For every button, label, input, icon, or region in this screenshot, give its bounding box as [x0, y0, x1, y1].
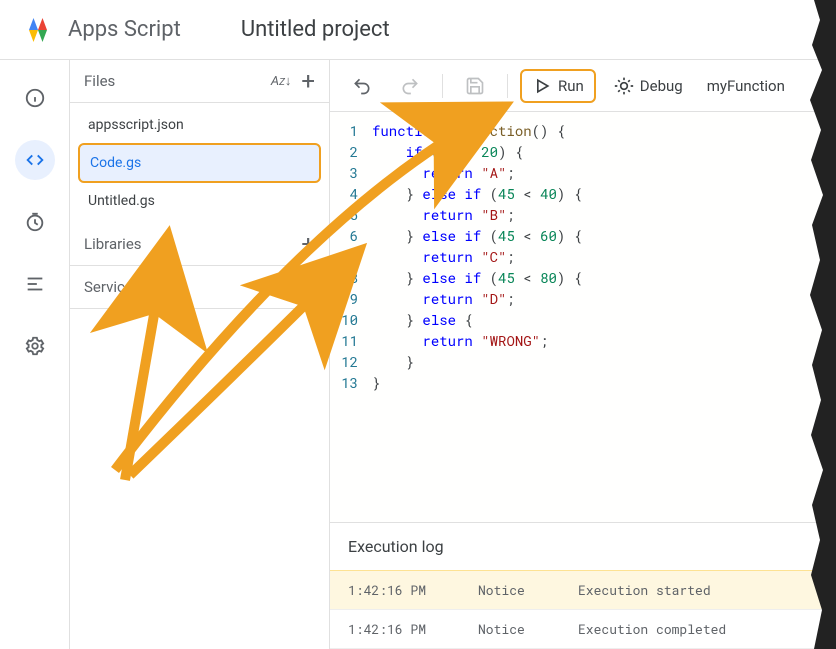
project-title[interactable]: Untitled project — [241, 17, 390, 42]
undo-button[interactable] — [342, 69, 382, 103]
services-label: Services — [84, 278, 141, 296]
libraries-section[interactable]: Libraries + — [70, 223, 329, 266]
code-line[interactable]: function myFunction() { — [372, 120, 836, 141]
code-line[interactable]: return "C"; — [372, 246, 836, 267]
line-gutter: 12345678910111213 — [330, 120, 372, 522]
code-line[interactable]: return "WRONG"; — [372, 330, 836, 351]
code-line[interactable]: return "D"; — [372, 288, 836, 309]
line-number: 8 — [330, 267, 358, 288]
line-number: 7 — [330, 246, 358, 267]
file-item[interactable]: appsscript.json — [78, 107, 321, 143]
files-panel: Files AZ↓ + appsscript.jsonCode.gsUntitl… — [70, 60, 330, 649]
app-header: Apps Script Untitled project — [0, 0, 836, 60]
debug-label: Debug — [640, 77, 683, 95]
sort-az-icon[interactable]: AZ↓ — [271, 73, 292, 89]
add-library-icon[interactable]: + — [301, 237, 315, 251]
log-level: Notice — [478, 620, 578, 638]
line-number: 2 — [330, 141, 358, 162]
debug-icon — [614, 76, 634, 96]
code-line[interactable]: } else if (45 < 80) { — [372, 267, 836, 288]
log-level: Notice — [478, 581, 578, 599]
files-header: Files AZ↓ + — [70, 60, 329, 103]
services-section[interactable]: Services + — [70, 266, 329, 309]
save-button[interactable] — [455, 69, 495, 103]
editor-area: Run Debug myFunction 12345678910111213 f… — [330, 60, 836, 649]
debug-button[interactable]: Debug — [604, 69, 693, 103]
log-row: 1:42:16 PMNoticeExecution started — [330, 570, 836, 610]
line-number: 6 — [330, 225, 358, 246]
line-number: 10 — [330, 309, 358, 330]
line-number: 5 — [330, 204, 358, 225]
file-item[interactable]: Code.gs — [78, 143, 321, 183]
code-line[interactable]: } else if (45 < 40) { — [372, 183, 836, 204]
line-number: 12 — [330, 351, 358, 372]
file-list: appsscript.jsonCode.gsUntitled.gs — [70, 103, 329, 223]
file-item[interactable]: Untitled.gs — [78, 183, 321, 219]
add-file-icon[interactable]: + — [301, 74, 315, 88]
log-row: 1:42:16 PMNoticeExecution completed — [330, 610, 836, 649]
line-number: 13 — [330, 372, 358, 393]
code-line[interactable]: return "A"; — [372, 162, 836, 183]
play-icon — [532, 76, 552, 96]
line-number: 9 — [330, 288, 358, 309]
function-selector[interactable]: myFunction — [701, 69, 791, 103]
code-line[interactable]: } — [372, 351, 836, 372]
nav-editor[interactable] — [15, 140, 55, 180]
code-line[interactable]: return "B"; — [372, 204, 836, 225]
run-label: Run — [558, 77, 584, 95]
nav-triggers[interactable] — [15, 202, 55, 242]
code-lines[interactable]: function myFunction() { if (45 < 20) { r… — [372, 120, 836, 522]
log-message: Execution completed — [578, 620, 726, 638]
log-message: Execution started — [578, 581, 711, 599]
log-time: 1:42:16 PM — [348, 620, 478, 638]
apps-script-logo-icon — [20, 12, 56, 48]
line-number: 4 — [330, 183, 358, 204]
code-line[interactable]: } else if (45 < 60) { — [372, 225, 836, 246]
execution-log-title: Execution log — [330, 523, 836, 570]
toolbar-divider — [507, 74, 508, 98]
line-number: 11 — [330, 330, 358, 351]
editor-toolbar: Run Debug myFunction — [330, 60, 836, 112]
code-editor[interactable]: 12345678910111213 function myFunction() … — [330, 112, 836, 522]
app-name: Apps Script — [68, 17, 181, 42]
execution-panel: Execution log 1:42:16 PMNoticeExecution … — [330, 522, 836, 649]
files-title: Files — [84, 72, 115, 90]
code-line[interactable]: if (45 < 20) { — [372, 141, 836, 162]
redo-button[interactable] — [390, 69, 430, 103]
nav-settings[interactable] — [15, 326, 55, 366]
log-time: 1:42:16 PM — [348, 581, 478, 599]
run-button[interactable]: Run — [520, 69, 596, 103]
nav-executions[interactable] — [15, 264, 55, 304]
libraries-label: Libraries — [84, 235, 142, 253]
add-service-icon[interactable]: + — [301, 280, 315, 294]
line-number: 3 — [330, 162, 358, 183]
toolbar-divider — [442, 74, 443, 98]
line-number: 1 — [330, 120, 358, 141]
code-line[interactable]: } — [372, 372, 836, 393]
nav-overview[interactable] — [15, 78, 55, 118]
nav-rail — [0, 60, 70, 649]
code-line[interactable]: } else { — [372, 309, 836, 330]
function-name: myFunction — [707, 77, 785, 95]
